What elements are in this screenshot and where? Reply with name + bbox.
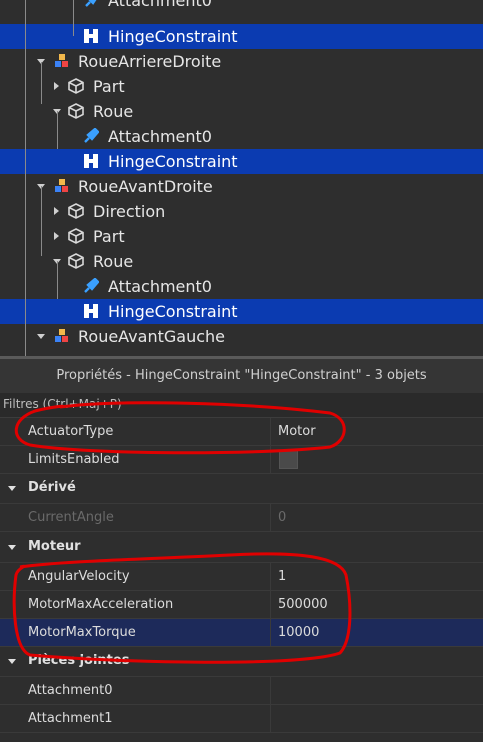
tree-item-label: Part [93, 77, 125, 96]
column-divider [270, 705, 271, 732]
attachment-icon [84, 278, 99, 293]
hinge-icon [84, 154, 98, 168]
column-divider [270, 446, 271, 473]
part-icon [68, 228, 84, 244]
column-divider [270, 504, 271, 531]
tree-item-part[interactable]: Direction [0, 199, 483, 224]
property-name: CurrentAngle [28, 510, 114, 525]
tree-item-label: HingeConstraint [108, 152, 238, 171]
tree-item-label: HingeConstraint [108, 27, 238, 46]
property-row-currentangle: CurrentAngle 0 [0, 504, 483, 532]
properties-panel: Propriétés - HingeConstraint "HingeConst… [0, 359, 483, 742]
chevron-down-icon[interactable] [8, 659, 16, 664]
property-name: Attachment0 [28, 683, 113, 698]
column-divider [270, 619, 271, 646]
property-name: LimitsEnabled [28, 452, 120, 467]
column-divider [270, 563, 271, 590]
tree-item-model[interactable]: RoueAvantDroite [0, 174, 483, 199]
chevron-right-icon[interactable] [54, 82, 59, 90]
chevron-right-icon[interactable] [54, 232, 59, 240]
column-divider [270, 418, 271, 445]
property-name: MotorMaxAcceleration [28, 597, 174, 612]
model-icon [55, 54, 69, 68]
explorer-panel: Attachment0 HingeConstraint RoueArriereD… [0, 0, 483, 356]
tree-guide [41, 186, 42, 256]
filter-placeholder: Filtres (Ctrl+Maj+P) [3, 397, 122, 411]
limitsenabled-checkbox[interactable] [279, 450, 298, 469]
property-row-limitsenabled[interactable]: LimitsEnabled [0, 446, 483, 474]
property-name: ActuatorType [28, 424, 114, 439]
tree-item-label: Attachment0 [108, 127, 212, 146]
tree-guide [25, 0, 26, 356]
property-row-actuatortype[interactable]: ActuatorType Motor [0, 418, 483, 446]
part-icon [68, 203, 84, 219]
part-icon [68, 253, 84, 269]
part-icon [68, 78, 84, 94]
tree-guide [73, 0, 74, 36]
tree-item-attachment[interactable]: Attachment0 [0, 274, 483, 299]
property-row-motormaxtorque[interactable]: MotorMaxTorque 10000 [0, 619, 483, 647]
property-row-angularvelocity[interactable]: AngularVelocity 1 [0, 563, 483, 591]
tree-item-attachment[interactable]: Attachment0 [0, 124, 483, 149]
motormaxtorque-input[interactable]: 10000 [278, 625, 319, 640]
angularvelocity-input[interactable]: 1 [278, 569, 286, 584]
tree-guide [57, 111, 58, 149]
property-row-motormaxacceleration[interactable]: MotorMaxAcceleration 500000 [0, 591, 483, 619]
category-label: Pièces jointes [28, 653, 130, 668]
tree-item-part[interactable]: Roue [0, 99, 483, 124]
model-icon [55, 329, 69, 343]
category-attachments[interactable]: Pièces jointes [0, 647, 483, 677]
category-motor[interactable]: Moteur [0, 533, 483, 563]
chevron-right-icon[interactable] [54, 207, 59, 215]
category-label: Dérivé [28, 480, 76, 495]
property-row-attachment0[interactable]: Attachment0 [0, 677, 483, 705]
category-derived[interactable]: Dérivé [0, 474, 483, 504]
attachment-icon [84, 128, 99, 143]
tree-item-part[interactable]: Part [0, 224, 483, 249]
chevron-down-icon[interactable] [37, 334, 45, 339]
tree-item-model[interactable]: RoueArriereDroite [0, 49, 483, 74]
motormaxacceleration-input[interactable]: 500000 [278, 597, 328, 612]
tree-item-label: Direction [93, 202, 166, 221]
hinge-icon [84, 304, 98, 318]
properties-title: Propriétés - HingeConstraint "HingeConst… [56, 368, 427, 383]
property-name: Attachment1 [28, 711, 113, 726]
tree-item-label: RoueAvantDroite [78, 177, 213, 196]
column-divider [270, 677, 271, 704]
filter-input[interactable]: Filtres (Ctrl+Maj+P) [0, 393, 483, 418]
tree-item-hingeconstraint[interactable]: HingeConstraint [0, 299, 483, 324]
part-icon [68, 103, 84, 119]
property-value: 0 [278, 510, 287, 525]
model-icon [55, 179, 69, 193]
column-divider [270, 591, 271, 618]
tree-item-label: Part [93, 227, 125, 246]
chevron-down-icon[interactable] [8, 545, 16, 550]
tree-item-label: Roue [93, 252, 134, 271]
tree-guide [57, 261, 58, 299]
property-name: MotorMaxTorque [28, 625, 136, 640]
tree-item-model[interactable]: RoueAvantGauche [0, 324, 483, 349]
tree-item-label: RoueAvantGauche [78, 327, 225, 346]
tree-item-label: Attachment0 [108, 0, 212, 10]
chevron-down-icon[interactable] [8, 486, 16, 491]
actuatortype-dropdown[interactable]: Motor [278, 424, 316, 439]
tree-item-label: Roue [93, 102, 134, 121]
properties-title-bar: Propriétés - HingeConstraint "HingeConst… [0, 359, 483, 393]
hinge-icon [84, 29, 98, 43]
category-label: Moteur [28, 539, 81, 554]
tree-item-part[interactable]: Part [0, 74, 483, 99]
tree-item-label: HingeConstraint [108, 302, 238, 321]
tree-item-hingeconstraint[interactable]: HingeConstraint [0, 149, 483, 174]
attachment-icon [85, 0, 97, 7]
tree-item-label: Attachment0 [108, 277, 212, 296]
tree-item-part[interactable]: Roue [0, 249, 483, 274]
tree-guide [41, 62, 42, 104]
property-row-attachment1[interactable]: Attachment1 [0, 705, 483, 733]
tree-item-label: RoueArriereDroite [78, 52, 222, 71]
property-name: AngularVelocity [28, 569, 130, 584]
